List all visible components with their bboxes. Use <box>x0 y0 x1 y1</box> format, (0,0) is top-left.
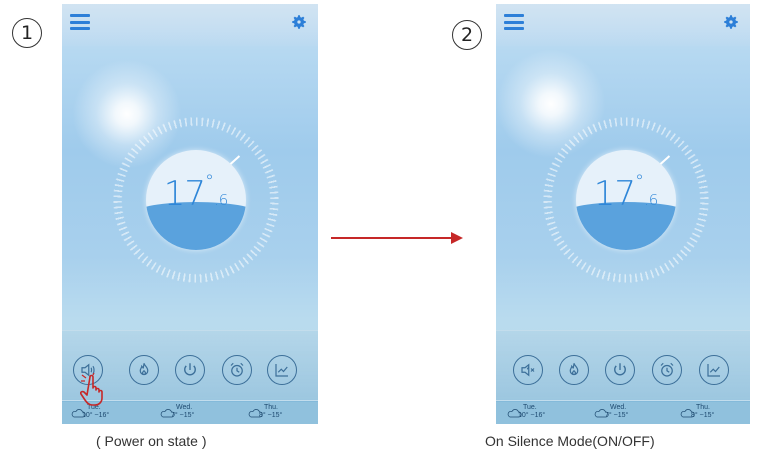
temperature-decimal: .6 <box>643 191 659 209</box>
pointing-hand-icon <box>80 373 103 406</box>
forecast-bar: Tue. 10° ~16° Wed. 7° ~15° Thu. 8° ~15° <box>496 400 750 424</box>
power-icon <box>184 363 196 376</box>
forecast-item: Wed. 7° ~15° <box>159 404 229 422</box>
speaker-muted-icon <box>521 363 535 377</box>
forecast-item: Thu. 8° ~15° <box>679 404 749 422</box>
forecast-range: 7° ~15° <box>171 412 195 419</box>
flame-button[interactable] <box>559 355 589 385</box>
flame-icon <box>569 363 579 376</box>
silence-button[interactable] <box>513 355 543 385</box>
step-1-badge: 1 <box>12 18 42 48</box>
gear-icon[interactable] <box>290 13 308 31</box>
menu-icon[interactable] <box>504 14 524 30</box>
flame-icon <box>139 363 149 376</box>
menu-icon[interactable] <box>70 14 90 30</box>
forecast-range: 8° ~15° <box>259 412 283 419</box>
forecast-range: 10° ~16° <box>518 412 546 419</box>
chart-icon <box>707 364 720 377</box>
top-bar <box>62 4 318 46</box>
degree-symbol: ° <box>634 171 644 192</box>
chart-button[interactable] <box>267 355 297 385</box>
forecast-day: Wed. <box>176 404 193 411</box>
degree-symbol: ° <box>204 171 214 192</box>
alarm-clock-icon <box>660 362 674 377</box>
power-button[interactable] <box>605 355 635 385</box>
temperature-decimal: .6 <box>213 191 229 209</box>
phone-screen-2: 17°.6 Tue. 10° ~16° Wed. 7° ~15° Thu. 8°… <box>496 4 750 424</box>
gear-icon[interactable] <box>722 13 740 31</box>
forecast-day: Thu. <box>264 404 279 411</box>
temperature-reading: 17°.6 <box>112 171 280 214</box>
chart-icon <box>275 364 288 377</box>
forecast-range: 8° ~15° <box>691 412 715 419</box>
control-bar <box>496 330 750 402</box>
forecast-day: Tue. <box>523 404 537 411</box>
forecast-day: Wed. <box>610 404 627 411</box>
step-2-badge: 2 <box>452 20 482 50</box>
step-1-caption: ( Power on state ) <box>96 433 207 449</box>
temperature-integer: 17 <box>593 174 636 214</box>
temperature-dial: 17°.6 <box>542 116 710 284</box>
step-2-caption: On Silence Mode(ON/OFF) <box>485 433 655 449</box>
forecast-range: 7° ~15° <box>605 412 629 419</box>
transition-arrow-head <box>451 232 463 244</box>
flame-button[interactable] <box>129 355 159 385</box>
phone-screen-1: 17°.6 Tue. 10° ~16° Wed. 7° ~15° Thu. 8°… <box>62 4 318 424</box>
forecast-range: 10° ~16° <box>82 412 110 419</box>
forecast-item: Tue. 10° ~16° <box>506 404 576 422</box>
power-icon <box>614 363 626 376</box>
alarm-button[interactable] <box>652 355 682 385</box>
power-button[interactable] <box>175 355 205 385</box>
forecast-item: Wed. 7° ~15° <box>593 404 663 422</box>
top-bar <box>496 4 750 46</box>
alarm-button[interactable] <box>222 355 252 385</box>
forecast-item: Thu. 8° ~15° <box>247 404 317 422</box>
temperature-dial: 17°.6 <box>112 116 280 284</box>
temperature-reading: 17°.6 <box>542 171 710 214</box>
chart-button[interactable] <box>699 355 729 385</box>
forecast-day: Thu. <box>696 404 711 411</box>
transition-arrow-line <box>331 237 455 239</box>
alarm-clock-icon <box>230 362 244 377</box>
temperature-integer: 17 <box>163 174 206 214</box>
